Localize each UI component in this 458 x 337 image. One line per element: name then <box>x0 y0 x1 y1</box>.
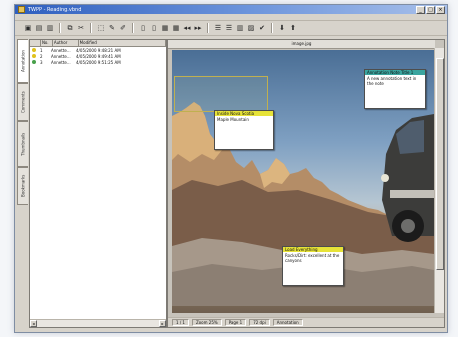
title-bar: TWPP - Reading.vbnd _ □ × <box>15 5 447 14</box>
list-item[interactable]: 1 Annette... 4/05/2000 9:48:21 AM <box>30 47 166 53</box>
modified-cell: 4/05/2000 9:51:25 AM <box>76 59 121 65</box>
note-body[interactable]: Maple Mountain <box>215 116 273 123</box>
annotation-color-icon <box>32 48 36 52</box>
document-icon[interactable]: ▦ <box>171 23 181 33</box>
scroll-right-icon[interactable]: ▸ <box>159 320 166 327</box>
status-zoom[interactable]: Zoom 25% <box>191 319 222 326</box>
tab-bookmarks[interactable]: Bookmarks <box>17 167 28 205</box>
column-header-modified[interactable]: Modified <box>79 40 166 46</box>
document-vertical-scrollbar[interactable] <box>434 48 444 313</box>
document-ruler: image.jpg <box>168 40 435 49</box>
author-cell: Annette... <box>51 53 71 59</box>
number-cell: 3 <box>40 59 43 65</box>
status-resolution: 72 dpi <box>249 319 270 326</box>
minimize-button[interactable]: _ <box>416 5 425 14</box>
annotation-note[interactable]: Load Everything Rocks/Dirt: excellent at … <box>282 246 344 286</box>
document-icon[interactable]: ▦ <box>160 23 170 33</box>
app-icon <box>18 6 25 13</box>
print-icon[interactable]: ▥ <box>235 23 245 33</box>
document-pane: image.jpg Inside Nova Scotia Maple Mount… <box>167 39 445 328</box>
column-header-number[interactable]: No. <box>41 40 53 46</box>
column-header-author[interactable]: Author <box>53 40 79 46</box>
list-item[interactable]: 2 Annette... 4/05/2000 9:49:41 AM <box>30 53 166 59</box>
window-controls: _ □ × <box>416 5 445 14</box>
pin-icon[interactable]: ⬆ <box>288 23 298 33</box>
toolbar-separator <box>271 23 273 33</box>
image-canvas[interactable]: Inside Nova Scotia Maple Mountain Annotati… <box>172 50 434 313</box>
down-icon[interactable]: ⬇ <box>277 23 287 33</box>
annotation-note[interactable]: Inside Nova Scotia Maple Mountain <box>214 110 274 150</box>
save-icon[interactable]: ▤ <box>34 23 44 33</box>
window-title: TWPP - Reading.vbnd <box>28 6 82 13</box>
marker-icon[interactable]: ✐ <box>118 23 128 33</box>
list-icon[interactable]: ☰ <box>224 23 234 33</box>
check-icon[interactable]: ✔ <box>257 23 267 33</box>
vehicle-graphic <box>381 114 434 242</box>
annotation-note[interactable]: Annotation Note Title 1A new annotation … <box>364 69 426 109</box>
close-button[interactable]: × <box>436 5 445 14</box>
status-page-count: 1 / 1 <box>172 319 189 326</box>
selection-rectangle[interactable] <box>174 76 268 112</box>
modified-cell: 4/05/2000 9:49:41 AM <box>76 53 121 59</box>
list-header: No. Author Modified <box>30 40 166 47</box>
toolbar-separator <box>90 23 92 33</box>
menu-bar <box>15 14 447 21</box>
app-window: TWPP - Reading.vbnd _ □ × ▣ ▤ ▥ ⧉ ✂ ⬚ ✎ ✐ ▯ ▯ ▦ ▦ ◂◂… <box>14 4 448 333</box>
list-body: 1 Annette... 4/05/2000 9:48:21 AM 2 Annette.… <box>30 47 166 65</box>
color-cell <box>30 48 39 52</box>
note-body[interactable]: Rocks/Dirt: excellent at the canyons <box>283 252 343 264</box>
print-icon[interactable]: ▥ <box>45 23 55 33</box>
document-name-label: image.jpg <box>291 41 312 46</box>
status-bar: 1 / 1 Zoom 25% Page 1 72 dpi Annotation <box>168 317 444 327</box>
forward-icon[interactable]: ▸▸ <box>193 23 203 33</box>
toolbar-separator <box>207 23 209 33</box>
color-cell <box>30 54 39 58</box>
rewind-icon[interactable]: ◂◂ <box>182 23 192 33</box>
note-body[interactable]: A new annotation text in the note <box>365 75 425 87</box>
annotation-color-icon <box>32 60 36 64</box>
maximize-button[interactable]: □ <box>426 5 435 14</box>
author-cell: Annette... <box>51 59 71 65</box>
color-cell <box>30 60 39 64</box>
image-icon[interactable]: ▨ <box>246 23 256 33</box>
cut-icon[interactable]: ✂ <box>76 23 86 33</box>
scroll-left-icon[interactable]: ◂ <box>30 320 37 327</box>
column-header-color[interactable] <box>30 40 41 46</box>
side-tab-strip: Annotation Comments Thumbnails Bookmarks <box>17 39 28 328</box>
number-cell: 1 <box>40 47 43 53</box>
number-cell: 2 <box>40 53 43 59</box>
annotation-list: No. Author Modified 1 Annette... 4/05/2000… <box>29 39 167 328</box>
status-mode: Annotation <box>272 319 303 326</box>
author-cell: Annette... <box>51 47 71 53</box>
list-icon[interactable]: ☰ <box>213 23 223 33</box>
list-item[interactable]: 3 Annette... 4/05/2000 9:51:25 AM <box>30 59 166 65</box>
page-icon[interactable]: ▯ <box>138 23 148 33</box>
scroll-thumb[interactable] <box>436 58 444 270</box>
page-icon[interactable]: ▯ <box>149 23 159 33</box>
toolbar-separator <box>59 23 61 33</box>
select-icon[interactable]: ⬚ <box>96 23 106 33</box>
open-icon[interactable]: ▣ <box>23 23 33 33</box>
tab-annotation[interactable]: Annotation <box>17 39 28 83</box>
tab-thumbnails[interactable]: Thumbnails <box>17 121 28 167</box>
copy-icon[interactable]: ⧉ <box>65 23 75 33</box>
annotation-color-icon <box>32 54 36 58</box>
toolbar: ▣ ▤ ▥ ⧉ ✂ ⬚ ✎ ✐ ▯ ▯ ▦ ▦ ◂◂ ▸▸ ☰ ☰ ▥ ▨ ✔ ⬇ ⬆ <box>15 21 447 36</box>
list-horizontal-scrollbar[interactable]: ◂ ▸ <box>30 319 166 327</box>
toolbar-separator <box>132 23 134 33</box>
status-page: Page 1 <box>224 319 247 326</box>
modified-cell: 4/05/2000 9:48:21 AM <box>76 47 121 53</box>
tab-comments[interactable]: Comments <box>17 83 28 121</box>
pen-icon[interactable]: ✎ <box>107 23 117 33</box>
